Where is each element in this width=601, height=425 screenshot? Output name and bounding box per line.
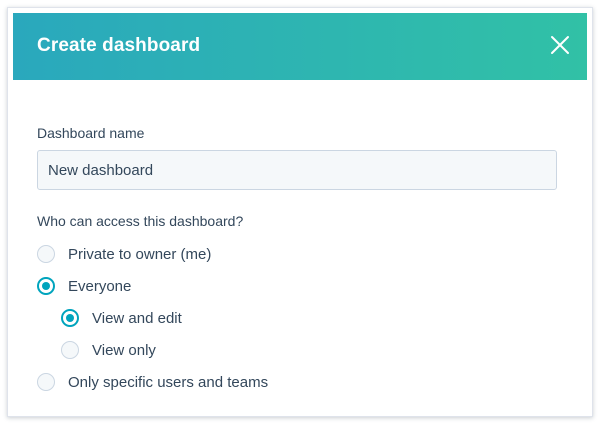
radio-label: View only [92, 341, 156, 359]
radio-label: Only specific users and teams [68, 373, 269, 391]
radio-private-to-owner[interactable]: Private to owner (me) [37, 243, 211, 265]
radio-specific-users-and-teams[interactable]: Only specific users and teams [37, 371, 268, 393]
create-dashboard-dialog: Create dashboard Dashboard name Who can … [7, 7, 593, 417]
radio-label: Everyone [68, 277, 132, 295]
radio-everyone[interactable]: Everyone [37, 275, 131, 297]
radio-button[interactable] [37, 277, 55, 295]
close-icon[interactable] [549, 34, 571, 56]
radio-view-only[interactable]: View only [61, 339, 156, 361]
radio-button[interactable] [37, 245, 55, 263]
access-label: Who can access this dashboard? [37, 213, 244, 229]
dialog-title: Create dashboard [37, 35, 201, 56]
dashboard-name-label: Dashboard name [37, 125, 145, 141]
radio-view-and-edit[interactable]: View and edit [61, 307, 182, 329]
radio-button[interactable] [61, 341, 79, 359]
radio-label: Private to owner (me) [68, 245, 212, 263]
radio-button[interactable] [61, 309, 79, 327]
dashboard-name-input[interactable] [37, 150, 557, 190]
dialog-header: Create dashboard [13, 13, 587, 80]
radio-label: View and edit [92, 309, 182, 327]
radio-button[interactable] [37, 373, 55, 391]
